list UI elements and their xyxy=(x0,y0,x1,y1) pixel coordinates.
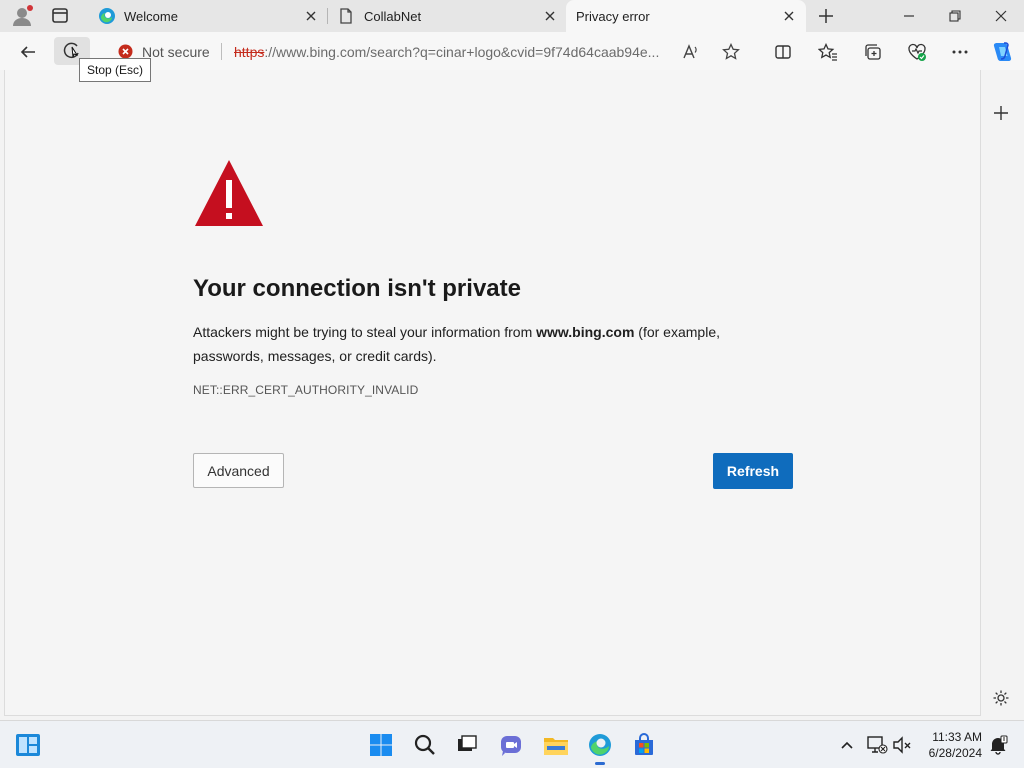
chat-icon[interactable] xyxy=(498,731,526,759)
taskbar: 11:33 AM 6/28/2024 xyxy=(0,720,1024,768)
error-page: Your connection isn't private Attackers … xyxy=(4,70,981,716)
tab-label: Welcome xyxy=(124,9,178,24)
favorite-star-icon[interactable] xyxy=(717,38,745,66)
refresh-button[interactable]: Refresh xyxy=(713,453,793,489)
clock-date: 6/28/2024 xyxy=(928,746,982,760)
browser-toolbar: Not secure https://www.bing.com/search?q… xyxy=(0,32,1024,70)
network-status-icon[interactable] xyxy=(864,731,890,759)
close-icon[interactable] xyxy=(304,9,318,23)
warning-triangle-icon xyxy=(193,158,265,228)
advanced-button[interactable]: Advanced xyxy=(193,453,284,488)
restore-icon[interactable] xyxy=(932,0,978,32)
collections-icon[interactable] xyxy=(859,38,887,66)
url-text[interactable]: https://www.bing.com/search?q=cinar+logo… xyxy=(234,44,659,60)
task-view-icon[interactable] xyxy=(453,731,481,759)
tab-strip: Welcome CollabNet Privacy error xyxy=(0,0,1024,32)
widgets-icon[interactable] xyxy=(14,731,42,759)
window-close-icon[interactable] xyxy=(978,0,1024,32)
sidebar-settings-gear-icon[interactable] xyxy=(992,689,1010,712)
address-bar[interactable]: Not secure https://www.bing.com/search?q… xyxy=(100,34,760,68)
store-icon[interactable] xyxy=(630,731,658,759)
read-aloud-icon[interactable] xyxy=(677,38,705,66)
not-secure-icon xyxy=(118,44,133,59)
show-hidden-icons-chevron-icon[interactable] xyxy=(836,731,858,759)
error-code: NET::ERR_CERT_AUTHORITY_INVALID xyxy=(193,383,419,397)
tab-privacy-error[interactable]: Privacy error xyxy=(566,0,806,32)
edge-taskbar-icon[interactable] xyxy=(586,731,614,765)
tab-actions-icon[interactable] xyxy=(48,5,72,27)
page-icon xyxy=(338,8,354,27)
favorites-icon[interactable] xyxy=(814,38,842,66)
security-status[interactable]: Not secure xyxy=(142,44,210,60)
close-icon[interactable] xyxy=(782,9,796,23)
page-title: Your connection isn't private xyxy=(193,275,521,302)
more-menu-icon[interactable] xyxy=(946,38,974,66)
back-icon[interactable] xyxy=(14,38,42,66)
system-clock[interactable]: 11:33 AM 6/28/2024 xyxy=(920,729,982,761)
edge-icon xyxy=(98,7,116,28)
stop-tooltip: Stop (Esc) xyxy=(79,58,152,82)
edge-sidebar xyxy=(982,70,1024,716)
search-icon[interactable] xyxy=(411,731,439,759)
volume-muted-icon[interactable] xyxy=(890,731,914,759)
minimize-icon[interactable] xyxy=(886,0,932,32)
tab-label: CollabNet xyxy=(364,9,422,24)
notification-bell-icon[interactable] xyxy=(986,731,1010,759)
address-divider xyxy=(221,43,222,60)
start-windows-icon[interactable] xyxy=(367,731,395,759)
split-screen-icon[interactable] xyxy=(769,38,797,66)
error-description: Attackers might be trying to steal your … xyxy=(193,324,720,364)
profile-avatar-icon[interactable] xyxy=(10,4,34,28)
clock-time: 11:33 AM xyxy=(932,730,982,744)
browser-essentials-icon[interactable] xyxy=(903,38,931,66)
tab-collabnet[interactable]: CollabNet xyxy=(328,0,566,32)
add-sidebar-app-icon[interactable] xyxy=(992,104,1010,127)
close-icon[interactable] xyxy=(543,9,557,23)
copilot-icon[interactable] xyxy=(988,38,1016,66)
host-name: www.bing.com xyxy=(536,324,635,340)
new-tab-icon[interactable] xyxy=(816,6,836,26)
file-explorer-icon[interactable] xyxy=(542,731,570,759)
tab-welcome[interactable]: Welcome xyxy=(88,0,326,32)
tab-label: Privacy error xyxy=(576,9,650,24)
